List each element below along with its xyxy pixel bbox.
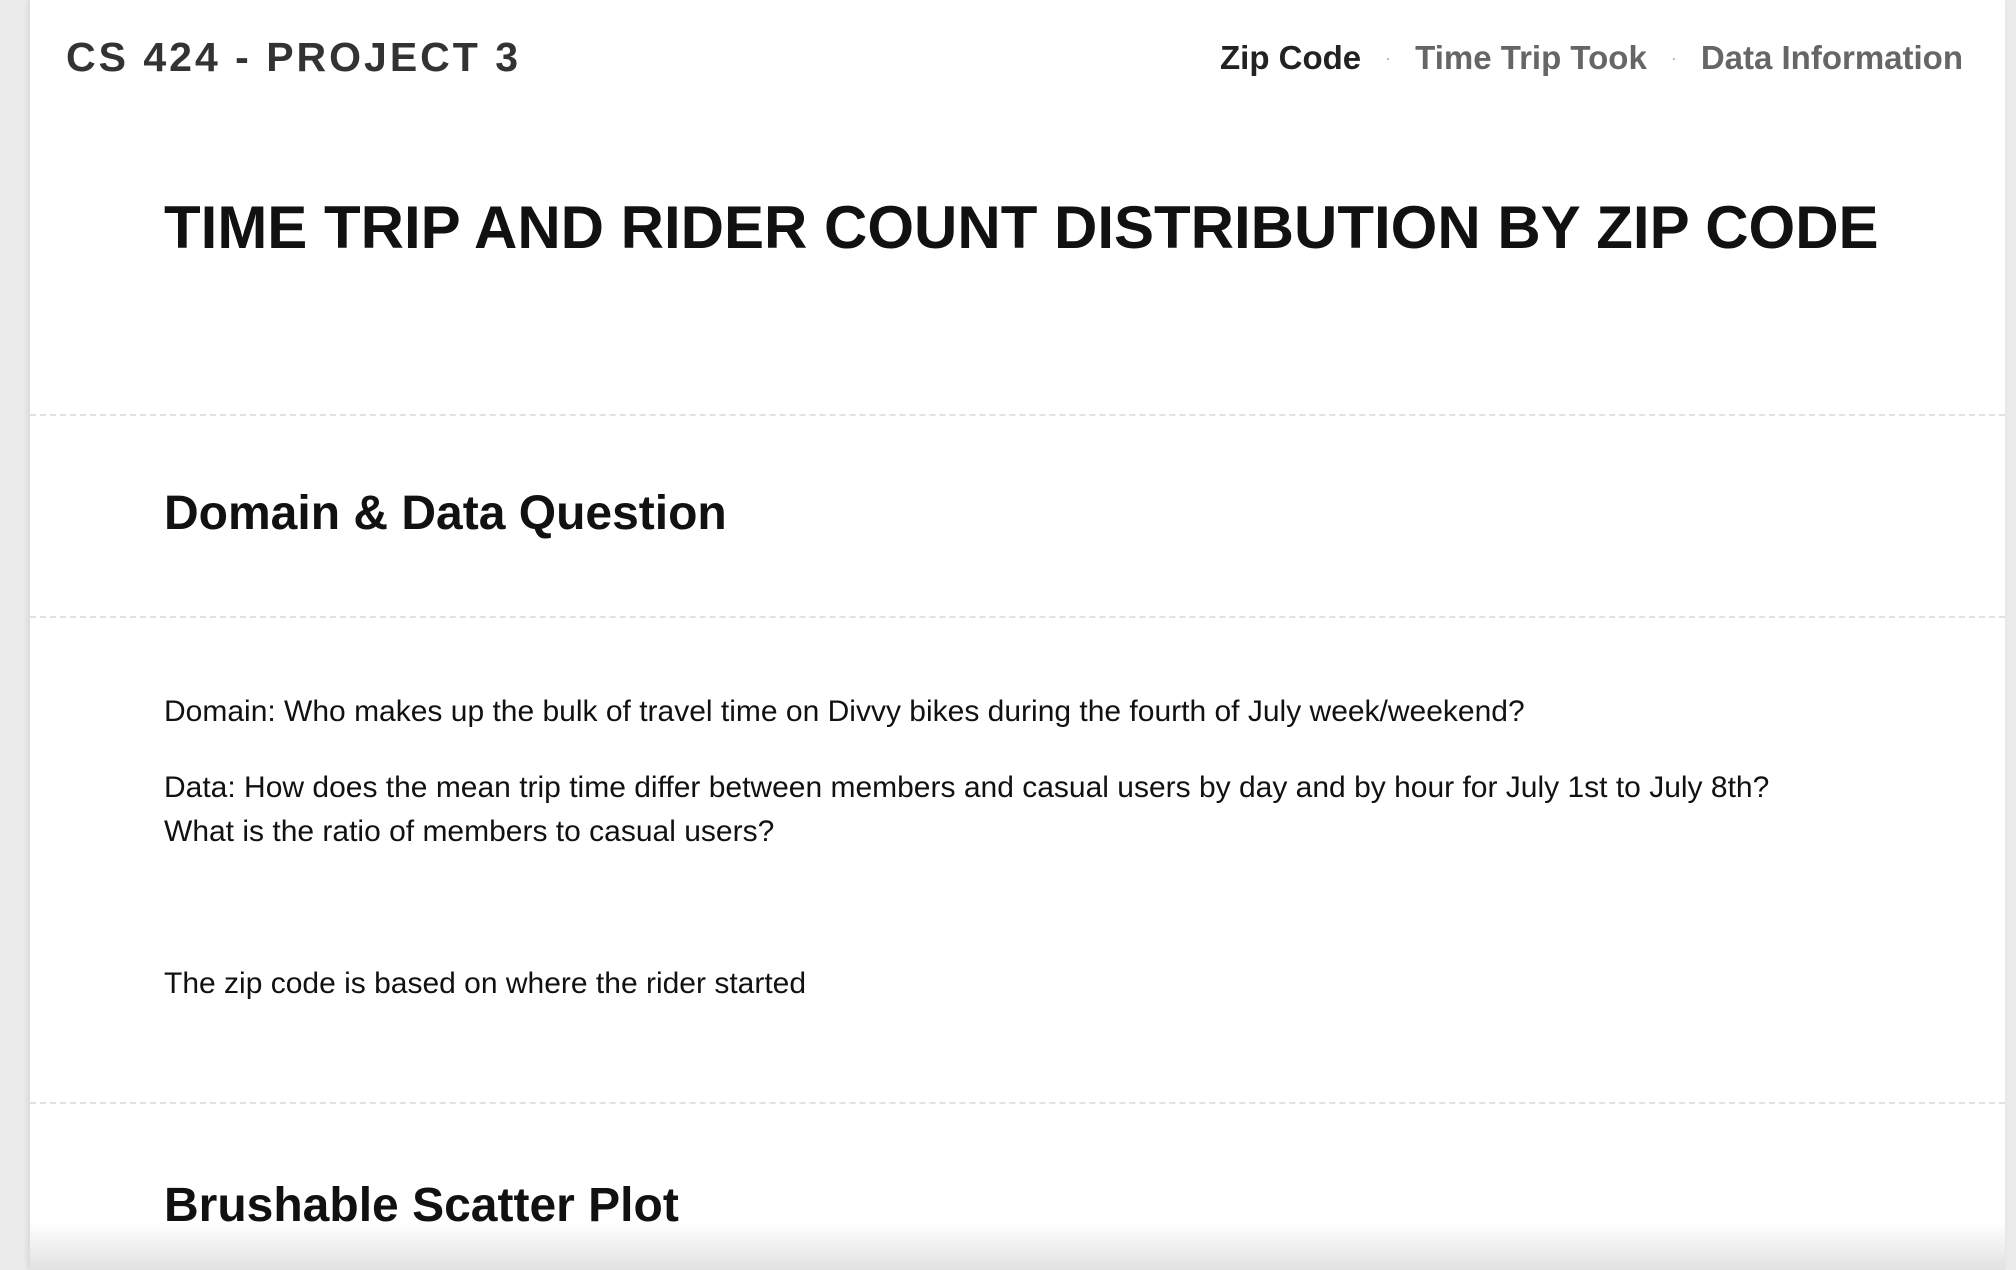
site-nav: Zip Code · Time Trip Took · Data Informa… xyxy=(1220,36,1963,80)
site-title[interactable]: CS 424 - PROJECT 3 xyxy=(66,32,521,82)
data-question-line-2: What is the ratio of members to casual u… xyxy=(164,815,775,848)
zip-code-note: The zip code is based on where the rider… xyxy=(164,967,807,1000)
nav-time-trip-took[interactable]: Time Trip Took xyxy=(1415,36,1647,80)
nav-data-information[interactable]: Data Information xyxy=(1701,36,1963,80)
page-title: TIME TRIP AND RIDER COUNT DISTRIBUTION B… xyxy=(164,194,1879,261)
domain-question: Domain: Who makes up the bulk of travel … xyxy=(164,695,1525,728)
nav-separator: · xyxy=(1385,48,1392,68)
site-header: CS 424 - PROJECT 3 Zip Code · Time Trip … xyxy=(30,0,2005,112)
nav-separator: · xyxy=(1670,48,1677,68)
title-section: TIME TRIP AND RIDER COUNT DISTRIBUTION B… xyxy=(30,112,2005,416)
nav-zip-code[interactable]: Zip Code xyxy=(1220,36,1361,80)
data-question-line-1: Data: How does the mean trip time differ… xyxy=(164,771,1770,804)
domain-data-question-heading: Domain & Data Question xyxy=(164,487,727,540)
domain-heading-section: Domain & Data Question xyxy=(30,416,2005,618)
questions-section: Domain: Who makes up the bulk of travel … xyxy=(30,618,2005,1104)
page-container: CS 424 - PROJECT 3 Zip Code · Time Trip … xyxy=(30,0,2005,1270)
brushable-scatter-plot-heading: Brushable Scatter Plot xyxy=(164,1179,679,1232)
scatter-plot-section: Brushable Scatter Plot xyxy=(30,1104,2005,1270)
